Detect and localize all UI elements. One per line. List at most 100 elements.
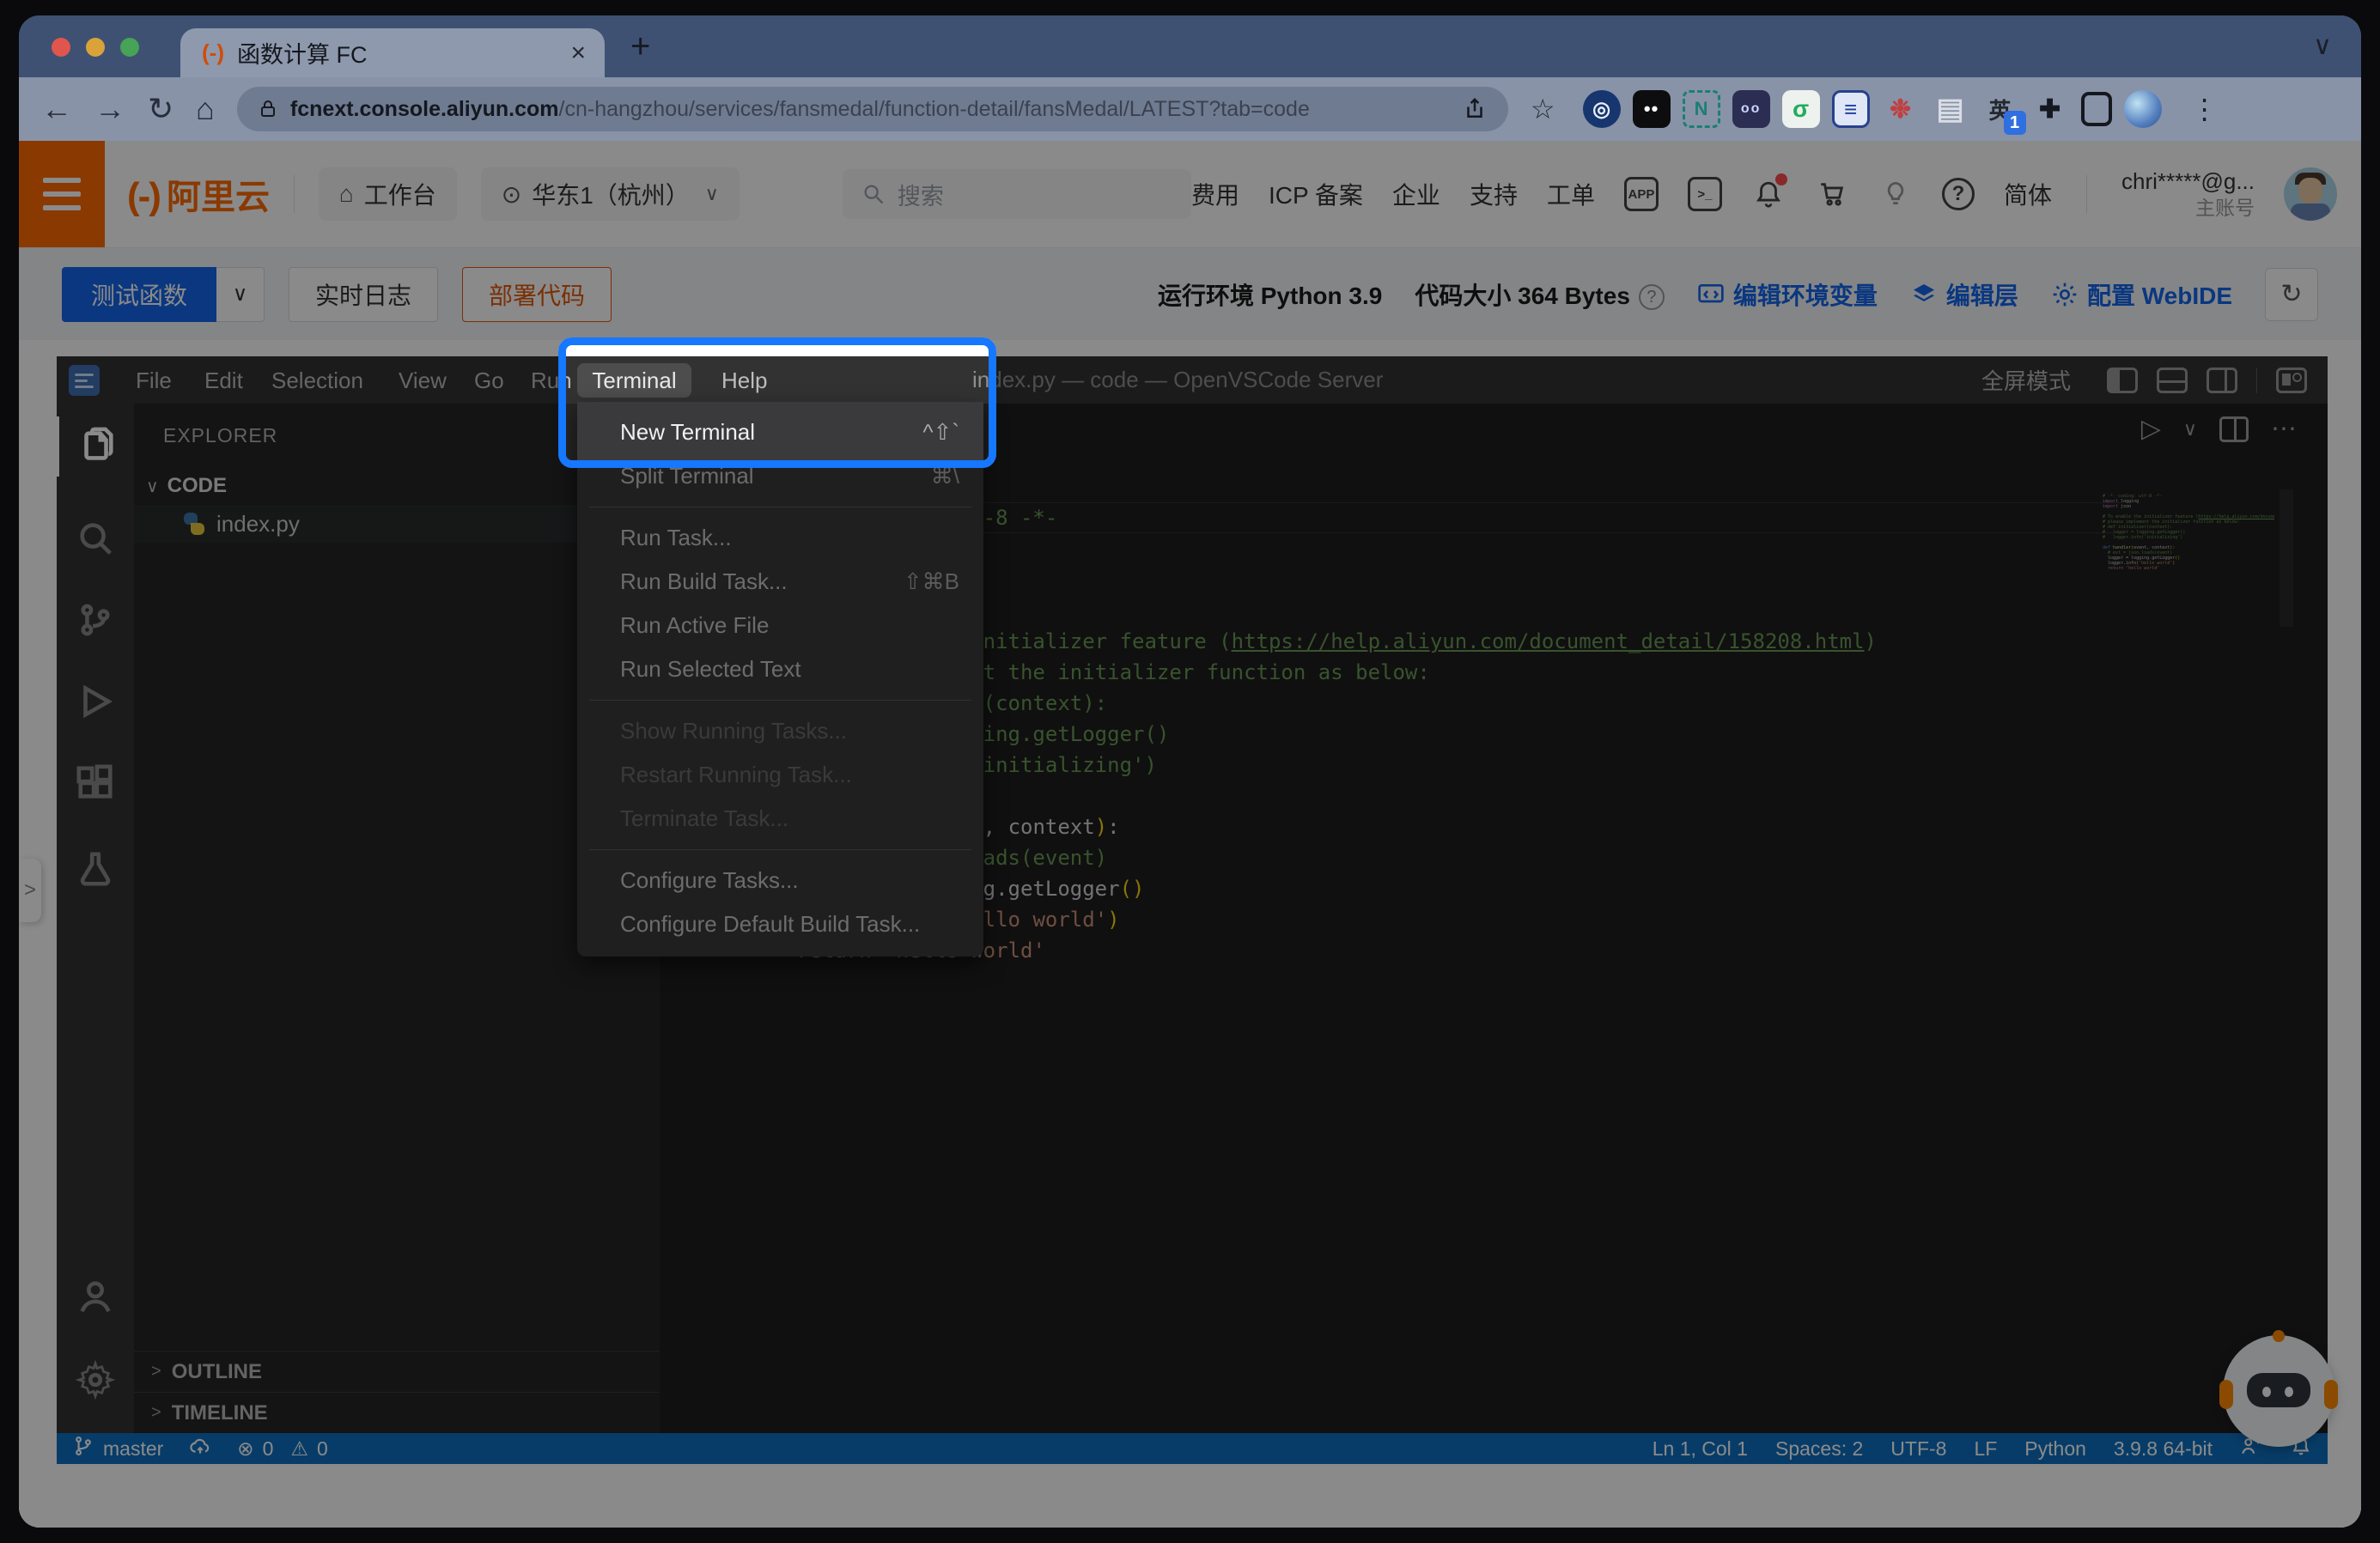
source-control-activity-icon[interactable]: [57, 590, 134, 650]
menuitem-restart-running-task[interactable]: Restart Running Task...: [577, 753, 983, 797]
realtime-logs-button[interactable]: 实时日志: [289, 267, 438, 322]
browser-tab[interactable]: (-) 函数计算 FC ×: [180, 28, 605, 77]
home-button[interactable]: ⌂: [196, 94, 215, 125]
reading-list-icon[interactable]: ≡: [1832, 90, 1870, 128]
lightbulb-icon[interactable]: [1878, 177, 1913, 211]
menuitem-show-running-tasks[interactable]: Show Running Tasks...: [577, 709, 983, 753]
reload-button[interactable]: ↻: [148, 94, 173, 125]
status-utf-8[interactable]: UTF-8: [1890, 1437, 1946, 1461]
status-spaces-2[interactable]: Spaces: 2: [1775, 1437, 1863, 1461]
menu-go[interactable]: Go: [460, 363, 518, 398]
minimize-window-button[interactable]: [86, 38, 105, 57]
explorer-activity-icon[interactable]: [57, 416, 134, 477]
frame-icon[interactable]: [2081, 92, 2112, 126]
nav-item-1[interactable]: ICP 备案: [1269, 177, 1363, 211]
codesize-help-icon[interactable]: ?: [1639, 284, 1665, 310]
balloons-icon[interactable]: ❉: [1882, 90, 1920, 128]
fullscreen-label[interactable]: 全屏模式: [1981, 364, 2071, 396]
new-tab-button[interactable]: +: [630, 27, 650, 66]
account-info[interactable]: chri*****@g... 主账号: [2121, 167, 2255, 220]
deploy-code-button[interactable]: 部署代码: [462, 267, 612, 322]
menuitem-terminate-task[interactable]: Terminate Task...: [577, 797, 983, 841]
menu-terminal[interactable]: Terminal: [577, 363, 691, 398]
bookmark-star-icon[interactable]: ☆: [1531, 93, 1555, 125]
menuitem-run-task[interactable]: Run Task...: [577, 516, 983, 560]
menu-edit[interactable]: Edit: [191, 363, 257, 398]
nav-item-2[interactable]: 企业: [1392, 177, 1440, 211]
branch-status[interactable]: master: [72, 1435, 163, 1462]
status-python[interactable]: Python: [2024, 1437, 2086, 1461]
accounts-activity-icon[interactable]: [57, 1267, 134, 1327]
close-window-button[interactable]: [52, 38, 70, 57]
outline-section[interactable]: > OUTLINE: [134, 1351, 660, 1392]
menuitem-split-terminal[interactable]: Split Terminal⌘\: [577, 454, 983, 498]
refresh-button[interactable]: ↻: [2265, 268, 2318, 321]
menu-view[interactable]: View: [385, 363, 460, 398]
tab-close-icon[interactable]: ×: [570, 39, 586, 68]
split-editor-icon[interactable]: [2219, 416, 2249, 442]
translate-icon[interactable]: 英1: [1981, 90, 2019, 128]
test-function-dropdown-button[interactable]: ∨: [216, 267, 265, 322]
bell-icon[interactable]: [1751, 177, 1786, 211]
menuitem-configure-tasks[interactable]: Configure Tasks...: [577, 859, 983, 902]
notion-clipper-icon[interactable]: N: [1683, 90, 1720, 128]
testing-activity-icon[interactable]: [57, 839, 134, 899]
minimap-slider[interactable]: [2280, 489, 2293, 627]
toggle-panel-icon[interactable]: [2157, 368, 2188, 393]
sidebar-expander-button[interactable]: >: [19, 859, 41, 922]
customize-layout-icon[interactable]: [2276, 368, 2307, 393]
menu-file[interactable]: File: [122, 363, 186, 398]
menuitem-run-selected-text[interactable]: Run Selected Text: [577, 647, 983, 691]
run-debug-activity-icon[interactable]: [57, 671, 134, 732]
status-3-9-8-64-bit[interactable]: 3.9.8 64-bit: [2114, 1437, 2213, 1461]
user-avatar[interactable]: [2284, 167, 2337, 221]
menuitem-new-terminal[interactable]: New Terminal^⇧`: [577, 410, 983, 454]
document-icon[interactable]: ▤: [1932, 90, 1969, 128]
menuitem-run-build-task[interactable]: Run Build Task...⇧⌘B: [577, 560, 983, 604]
language-selector[interactable]: 简体: [2004, 177, 2052, 211]
puzzle-icon[interactable]: ✚: [2031, 90, 2069, 128]
cart-icon[interactable]: [1815, 177, 1849, 211]
status-ln-1-col-1[interactable]: Ln 1, Col 1: [1653, 1437, 1748, 1461]
browser-menu-icon[interactable]: ⋮: [2191, 93, 2220, 125]
extensions-activity-icon[interactable]: [57, 753, 134, 813]
tab-overview-icon[interactable]: ∨: [2313, 31, 2332, 61]
profile-avatar-icon[interactable]: [2124, 90, 2162, 128]
search-input[interactable]: 搜索: [843, 169, 1191, 219]
run-file-icon[interactable]: ▷: [2141, 414, 2161, 444]
password-manager-icon[interactable]: ◎: [1583, 90, 1621, 128]
menu-help[interactable]: Help: [708, 363, 781, 398]
support-robot-mascot[interactable]: [2223, 1335, 2334, 1447]
owl-avatar-icon[interactable]: oo: [1732, 90, 1770, 128]
toggle-sidebar-icon[interactable]: [2107, 368, 2138, 393]
toggle-secondary-sidebar-icon[interactable]: [2207, 368, 2237, 393]
nav-item-0[interactable]: 费用: [1191, 177, 1239, 211]
settings-gear-icon[interactable]: [57, 1350, 134, 1410]
run-dropdown-icon[interactable]: ∨: [2183, 418, 2197, 440]
edit-layers-link[interactable]: 编辑层: [1910, 277, 2018, 312]
menuitem-configure-default-build-task[interactable]: Configure Default Build Task...: [577, 902, 983, 946]
address-bar[interactable]: fcnext.console.aliyun.com/cn-hangzhou/se…: [237, 87, 1508, 131]
status-lf[interactable]: LF: [1974, 1437, 1997, 1461]
menu-run[interactable]: Run: [517, 363, 586, 398]
nav-item-4[interactable]: 工单: [1547, 177, 1595, 211]
app-icon[interactable]: APP: [1624, 177, 1659, 211]
hamburger-menu-button[interactable]: [19, 141, 105, 247]
edit-env-vars-link[interactable]: 编辑环境变量: [1697, 277, 1878, 312]
timeline-section[interactable]: > TIMELINE: [134, 1392, 660, 1433]
search-activity-icon[interactable]: [57, 508, 134, 568]
workbench-button[interactable]: ⌂ 工作台: [319, 167, 457, 221]
help-icon[interactable]: ?: [1942, 178, 1975, 210]
problems-status[interactable]: ⊗ 0 ⚠ 0: [237, 1437, 328, 1461]
share-icon[interactable]: [1462, 96, 1488, 122]
zoom-window-button[interactable]: [120, 38, 139, 57]
back-button[interactable]: ←: [41, 94, 72, 125]
configure-webide-link[interactable]: 配置 WebIDE: [2051, 277, 2232, 312]
nav-item-3[interactable]: 支持: [1470, 177, 1518, 211]
minimap[interactable]: # -*- coding: utf-8 -*-import loggingimp…: [2103, 494, 2274, 623]
forward-button[interactable]: →: [94, 94, 125, 125]
menuitem-run-active-file[interactable]: Run Active File: [577, 604, 983, 647]
sync-status[interactable]: [189, 1435, 211, 1462]
dark-reader-icon[interactable]: ••: [1633, 90, 1671, 128]
sigma-icon[interactable]: σ: [1782, 90, 1820, 128]
